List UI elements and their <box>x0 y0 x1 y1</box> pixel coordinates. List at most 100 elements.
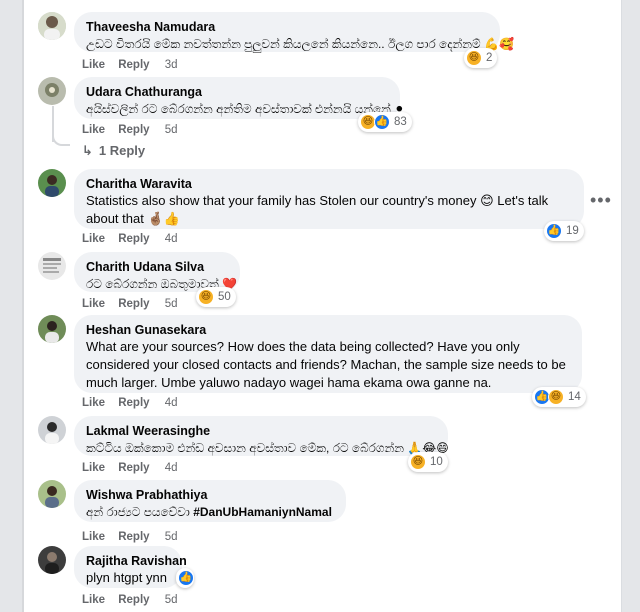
like-button[interactable]: Like <box>82 594 105 606</box>
like-button[interactable]: Like <box>82 59 105 71</box>
left-frame <box>0 0 24 612</box>
avatar[interactable] <box>38 546 66 574</box>
timestamp[interactable]: 5d <box>165 298 178 310</box>
timestamp[interactable]: 3d <box>165 59 178 71</box>
reaction-count: 19 <box>566 225 579 237</box>
thread-connector <box>52 130 70 146</box>
reaction-count: 14 <box>568 391 581 403</box>
reply-button[interactable]: Reply <box>118 233 149 245</box>
comment-actions: Like Reply 5d <box>82 123 188 137</box>
reaction-summary[interactable]: 👍 <box>176 568 194 588</box>
more-options-icon[interactable]: ••• <box>590 191 612 209</box>
avatar[interactable] <box>38 77 66 105</box>
comment: Wishwa Prabhathiya අන් රාජ්‍යට පයවේවා #D… <box>38 480 608 544</box>
reaction-count: 2 <box>486 52 493 64</box>
reaction-summary[interactable]: 😆 10 <box>408 452 448 472</box>
like-button[interactable]: Like <box>82 298 105 310</box>
comment-bubble: Wishwa Prabhathiya අන් රාජ්‍යට පයවේවා #D… <box>74 480 346 522</box>
comment-bubble: Heshan Gunasekara What are your sources?… <box>74 315 582 393</box>
comment: Lakmal Weerasinghe කට්ටිය ඔක්කොම එන්ඩ අව… <box>38 416 608 476</box>
comment-bubble: Udara Chathuranga අයිස්වලින් රට බේරගන්න … <box>74 77 405 119</box>
comment-author[interactable]: Charitha Waravita <box>86 176 572 192</box>
right-frame-border <box>621 0 622 612</box>
reply-button[interactable]: Reply <box>118 462 149 474</box>
comment-text: Statistics also show that your family ha… <box>86 193 549 226</box>
timestamp[interactable]: 4d <box>165 397 178 409</box>
reply-button[interactable]: Reply <box>118 397 149 409</box>
comment-author[interactable]: Thaveesha Namudara <box>86 19 488 35</box>
timestamp[interactable]: 5d <box>165 594 178 606</box>
reaction-summary[interactable]: 👍 😆 14 <box>532 387 586 407</box>
reaction-summary[interactable]: 😆 👍 83 <box>358 112 412 132</box>
timestamp[interactable]: 4d <box>165 233 178 245</box>
comment-text: අයිස්වලින් රට බේරගන්න අන්තිම අවස්තාවක් එ… <box>86 102 405 116</box>
comment-bubble: Charitha Waravita Statistics also show t… <box>74 169 584 229</box>
comment-text: අන් රාජ්‍යට පයවේවා #DanUbHamaniynNamal <box>86 503 334 521</box>
comment-author[interactable]: Heshan Gunasekara <box>86 322 570 338</box>
comment-actions: Like Reply 3d <box>82 58 188 72</box>
like-button[interactable]: Like <box>82 531 105 543</box>
haha-icon: 😆 <box>410 454 426 470</box>
timestamp[interactable]: 5d <box>165 531 178 543</box>
comment-text: plyn htgpt ynn <box>86 570 167 585</box>
avatar[interactable] <box>38 12 66 40</box>
comment: Heshan Gunasekara What are your sources?… <box>38 315 608 411</box>
like-icon: 👍 <box>374 114 390 130</box>
haha-icon: 😆 <box>198 289 214 305</box>
timestamp[interactable]: 4d <box>165 462 178 474</box>
left-frame-border <box>22 0 24 612</box>
comment: Thaveesha Namudara උඩට විතරයි මේක නවත්තන… <box>38 12 608 74</box>
hashtag-link[interactable]: #DanUbHamaniynNamal <box>193 505 332 519</box>
comment-author[interactable]: Rajitha Ravishan <box>86 553 187 569</box>
view-replies-label: 1 Reply <box>98 143 146 158</box>
reply-button[interactable]: Reply <box>118 59 149 71</box>
reaction-summary[interactable]: 😆 2 <box>464 48 498 68</box>
comment-author[interactable]: Charith Udana Silva <box>86 259 228 275</box>
comment: Charith Udana Silva රට බේරගන්න ඔබතුමාවත්… <box>38 252 608 312</box>
reaction-count: 10 <box>430 456 443 468</box>
comment-bubble: Rajitha Ravishan plyn htgpt ynn <box>74 546 187 588</box>
reaction-count: 83 <box>394 116 407 128</box>
like-button[interactable]: Like <box>82 124 105 136</box>
reaction-summary[interactable]: 👍 19 <box>544 221 584 241</box>
comment-bubble: Thaveesha Namudara උඩට විතරයි මේක නවත්තන… <box>74 12 514 52</box>
reply-button[interactable]: Reply <box>118 298 149 310</box>
avatar[interactable] <box>38 169 66 197</box>
timestamp[interactable]: 5d <box>165 124 178 136</box>
avatar[interactable] <box>38 252 66 280</box>
comment-text: උඩට විතරයි මේක නවත්තන්න පුලුවන් කියලනේ ක… <box>86 37 514 51</box>
reaction-count: 50 <box>218 291 231 303</box>
comment-actions: Like Reply 4d <box>82 461 188 475</box>
comment-bubble: Lakmal Weerasinghe කට්ටිය ඔක්කොම එන්ඩ අව… <box>74 416 449 456</box>
comment-actions: Like Reply 5d <box>82 297 188 311</box>
comment-actions: Like Reply 4d <box>82 396 188 410</box>
comment-author[interactable]: Wishwa Prabhathiya <box>86 487 334 503</box>
reply-button[interactable]: Reply <box>118 124 149 136</box>
reaction-summary[interactable]: 😆 50 <box>196 287 236 307</box>
haha-icon: 😆 <box>548 389 564 405</box>
comment-text-body: අන් රාජ්‍යට පයවේවා <box>86 505 190 519</box>
reply-button[interactable]: Reply <box>118 531 149 543</box>
like-button[interactable]: Like <box>82 233 105 245</box>
avatar[interactable] <box>38 315 66 343</box>
avatar[interactable] <box>38 480 66 508</box>
reply-button[interactable]: Reply <box>118 594 149 606</box>
comment-author[interactable]: Lakmal Weerasinghe <box>86 423 436 439</box>
right-frame <box>622 0 640 612</box>
comment: Rajitha Ravishan plyn htgpt ynn 👍 Like R… <box>38 546 608 608</box>
like-button[interactable]: Like <box>82 397 105 409</box>
comment-bubble: Charith Udana Silva රට බේරගන්න ඔබතුමාවත්… <box>74 252 240 292</box>
comment-actions: Like Reply 4d <box>82 232 188 246</box>
reply-arrow-icon: ↳ <box>82 143 93 158</box>
comment-text: කට්ටිය ඔක්කොම එන්ඩ අවසාන අවස්තාව මේක, රට… <box>86 441 449 455</box>
comment-actions: Like Reply 5d <box>82 530 188 544</box>
comment-author[interactable]: Udara Chathuranga <box>86 84 388 100</box>
haha-icon: 😆 <box>466 50 482 66</box>
like-icon: 👍 <box>178 570 194 586</box>
like-icon: 👍 <box>546 223 562 239</box>
view-replies-link[interactable]: ↳ 1 Reply <box>82 143 145 159</box>
comment: Charitha Waravita Statistics also show t… <box>38 169 611 247</box>
avatar[interactable] <box>38 416 66 444</box>
comment-text: What are your sources? How does the data… <box>86 339 566 390</box>
like-button[interactable]: Like <box>82 462 105 474</box>
